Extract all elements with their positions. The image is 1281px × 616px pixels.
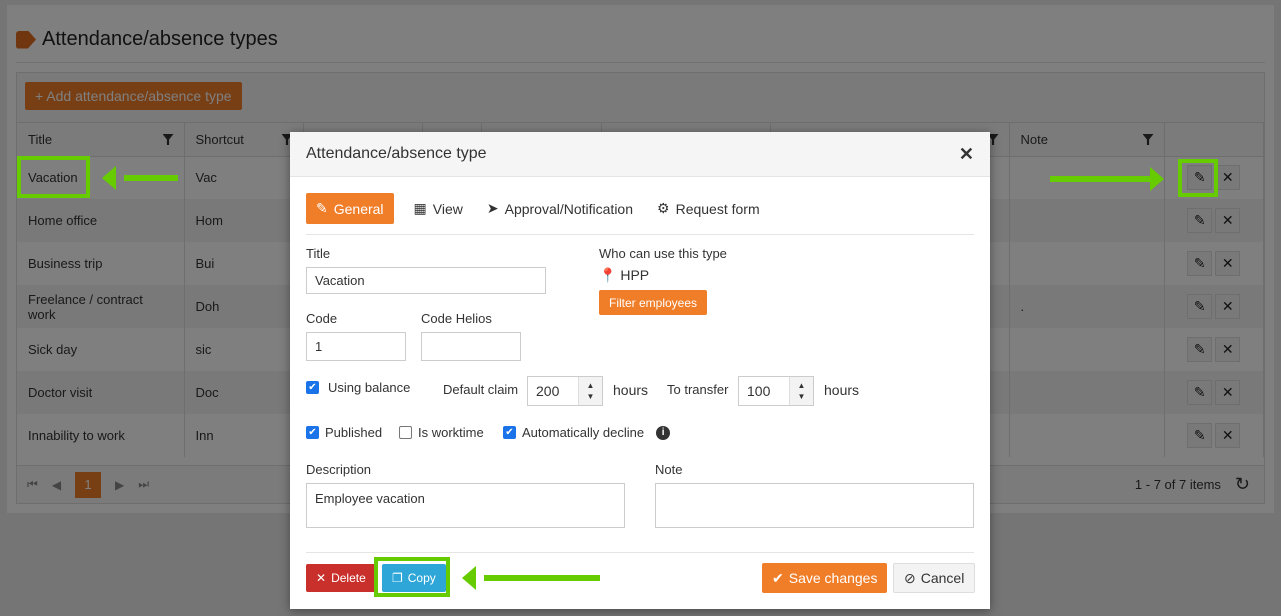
description-label: Description [306,462,372,477]
note-label: Note [655,462,683,477]
checkbox-label: Using balance [328,380,411,395]
filter-employees-button[interactable]: Filter employees [599,290,708,315]
hours-label: hours [613,382,649,398]
type-dialog: Attendance/absence type ✕ ✎ General ▦ View … [290,132,990,609]
checkbox[interactable] [399,426,412,439]
tab-view[interactable]: ▦ View [410,193,467,224]
checkbox-label: Published [325,425,383,440]
to-transfer-value: 100 [747,383,771,399]
spinner[interactable]: ▲ ▼ [789,377,813,405]
code-input[interactable]: 1 [306,332,406,361]
checkbox-label: Is worktime [418,425,484,440]
delete-label: Delete [331,571,366,585]
code-label: Code [306,311,338,326]
default-claim-value: 200 [536,383,560,399]
tab-label: Request form [675,200,760,217]
highlight-vacation [17,156,90,198]
who-label: Who can use this type [599,246,727,261]
ban-icon: ⊘ [904,569,916,586]
checkbox[interactable]: ✔ [306,426,319,439]
tab-request-form[interactable]: ⚙ Request form [653,193,764,224]
cancel-label: Cancel [920,570,965,586]
arrow-annotation [462,566,600,590]
checkbox[interactable]: ✔ [306,381,319,394]
check-icon: ✔ [772,569,784,586]
title-input[interactable]: Vacation [306,267,546,294]
tab-approval[interactable]: ➤ Approval/Notification [483,193,637,224]
close-icon[interactable]: ✕ [959,144,974,165]
cancel-button[interactable]: ⊘ Cancel [893,563,976,593]
code-helios-label: Code Helios [421,311,492,326]
map-marker-icon: 📍 [599,267,617,283]
dialog-tabs: ✎ General ▦ View ➤ Approval/Notification ⚙ R… [306,193,974,235]
save-changes-button[interactable]: ✔ Save changes [762,563,888,593]
info-icon[interactable]: i [656,425,671,440]
spinner[interactable]: ▲ ▼ [578,377,602,405]
who-value: 📍 HPP [599,267,649,284]
hours-label: hours [824,382,860,398]
tab-label: General [333,200,384,217]
code-helios-input[interactable] [421,332,521,361]
default-claim-input[interactable]: 200 ▲ ▼ [527,376,603,406]
using-balance-checkbox[interactable]: ✔ Using balance [306,380,410,395]
checkbox[interactable]: ✔ [503,426,516,439]
who-value-text: HPP [620,267,650,283]
is-worktime-checkbox[interactable]: Is worktime [399,425,484,440]
arrow-annotation [102,166,178,190]
save-label: Save changes [788,570,878,586]
published-checkbox[interactable]: ✔ Published [306,425,382,440]
auto-decline-checkbox[interactable]: ✔ Automatically decline i [503,425,671,440]
to-transfer-input[interactable]: 100 ▲ ▼ [738,376,814,406]
footer-divider [306,552,974,553]
paper-plane-icon: ➤ [486,200,499,216]
description-textarea[interactable]: Employee vacation [306,483,625,528]
tab-general[interactable]: ✎ General [306,193,394,224]
close-icon: ✕ [316,571,327,585]
calendar-icon: ▦ [413,200,427,216]
dialog-header: Attendance/absence type ✕ [290,132,990,177]
default-claim-label: Default claim [443,382,519,397]
dialog-title: Attendance/absence type [306,145,487,162]
tab-label: Approval/Notification [504,200,634,217]
to-transfer-label: To transfer [667,382,729,397]
note-textarea[interactable] [655,483,974,528]
title-label: Title [306,246,331,261]
highlight-edit [1178,159,1218,197]
tab-label: View [432,200,463,217]
edit-icon: ✎ [316,200,328,216]
delete-button[interactable]: ✕ Delete [306,564,376,592]
arrow-annotation [1050,167,1164,191]
checkbox-label: Automatically decline [522,425,645,440]
gear-icon: ⚙ [657,200,670,216]
highlight-copy [374,557,450,597]
